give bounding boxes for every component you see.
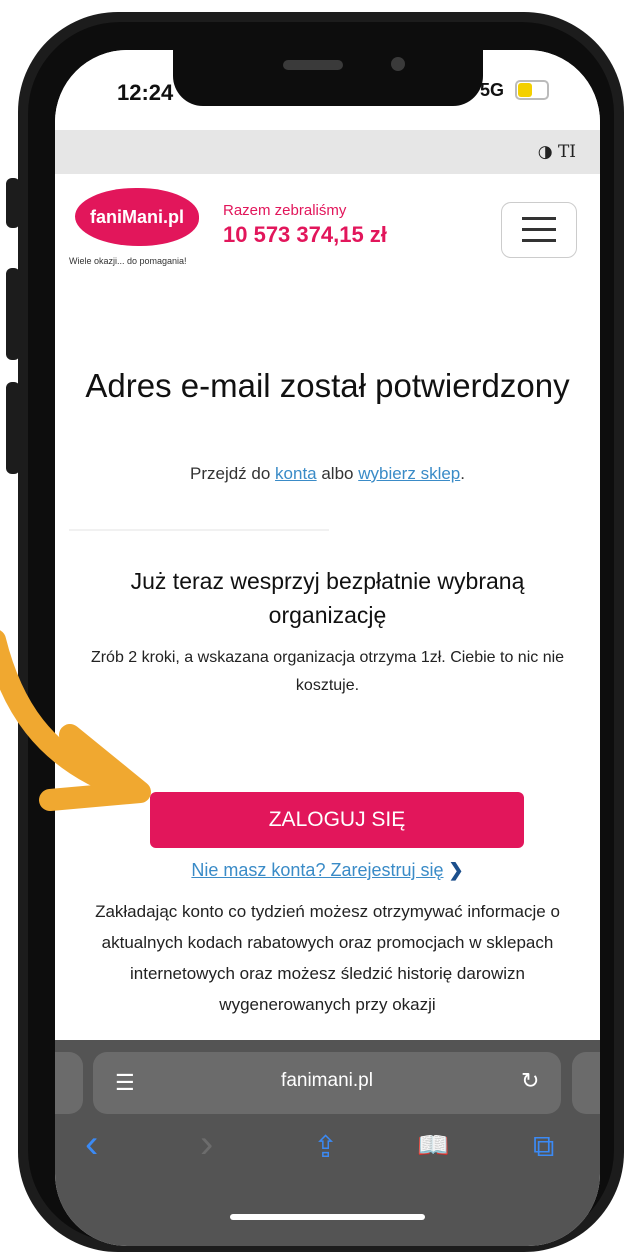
register-link-text[interactable]: Nie masz konta? Zarejestruj się bbox=[191, 860, 443, 880]
login-button[interactable]: ZALOGUJ SIĘ bbox=[150, 792, 524, 848]
steps-text: Zrób 2 kroki, a wskazana organizacja otr… bbox=[90, 649, 565, 694]
side-button-mute bbox=[6, 178, 20, 228]
share-icon[interactable]: ⇪ bbox=[313, 1130, 338, 1165]
chevron-right-icon: ❯ bbox=[448, 860, 464, 880]
menu-icon bbox=[522, 217, 556, 220]
speaker-icon bbox=[283, 60, 343, 70]
side-button-volume-down bbox=[6, 382, 20, 474]
back-icon[interactable]: ‹ bbox=[85, 1122, 98, 1167]
home-indicator bbox=[230, 1214, 425, 1220]
safari-bottom-bar: ☰ fanimani.pl ↻ ‹ › ⇪ 📖 ⧉ bbox=[55, 1040, 600, 1246]
url-text[interactable]: fanimani.pl bbox=[93, 1070, 561, 1092]
phone-screen: 12:24 5G ◑ TI faniMani.pl Wiele okazji..… bbox=[55, 50, 600, 1246]
next-steps-text: Przejdź do konta albo wybierz sklep. bbox=[189, 464, 465, 483]
site-header: faniMani.pl Wiele okazji... do pomagania… bbox=[55, 174, 600, 294]
site-logo[interactable]: faniMani.pl bbox=[75, 188, 199, 246]
side-button-volume-up bbox=[6, 268, 20, 360]
hamburger-menu-button[interactable] bbox=[501, 202, 577, 258]
next-tab-preview[interactable] bbox=[572, 1052, 600, 1114]
safari-toolbar: ‹ › ⇪ 📖 ⧉ bbox=[55, 1122, 600, 1178]
forward-icon[interactable]: › bbox=[200, 1122, 213, 1167]
bookmarks-icon[interactable]: 📖 bbox=[417, 1130, 449, 1161]
notch bbox=[173, 50, 483, 106]
site-tagline: Wiele okazji... do pomagania! bbox=[69, 256, 187, 266]
support-heading: Już teraz wesprzyj bezpłatnie wybraną or… bbox=[130, 568, 525, 628]
register-link[interactable]: Nie masz konta? Zarejestruj się ❯ bbox=[75, 860, 580, 881]
page-title: Adres e-mail został potwierdzony bbox=[85, 367, 570, 404]
status-time: 12:24 bbox=[117, 80, 174, 105]
reload-icon[interactable]: ↻ bbox=[521, 1068, 539, 1094]
network-label: 5G bbox=[480, 80, 505, 100]
account-benefits-text: Zakładając konto co tydzień możesz otrzy… bbox=[95, 902, 560, 1014]
account-link[interactable]: konta bbox=[275, 464, 317, 483]
raised-amount: 10 573 374,15 zł bbox=[223, 222, 387, 247]
camera-icon bbox=[391, 57, 405, 71]
address-bar[interactable]: ☰ fanimani.pl ↻ bbox=[93, 1052, 561, 1114]
reader-toolbar: ◑ TI bbox=[55, 130, 600, 174]
prev-tab-preview[interactable] bbox=[55, 1052, 83, 1114]
choose-shop-link[interactable]: wybierz sklep bbox=[358, 464, 460, 483]
tabs-icon[interactable]: ⧉ bbox=[533, 1130, 554, 1164]
reader-tools-icon[interactable]: ◑ TI bbox=[538, 142, 576, 162]
raised-label: Razem zebraliśmy bbox=[223, 202, 347, 219]
battery-icon bbox=[515, 80, 549, 100]
divider bbox=[69, 529, 329, 531]
